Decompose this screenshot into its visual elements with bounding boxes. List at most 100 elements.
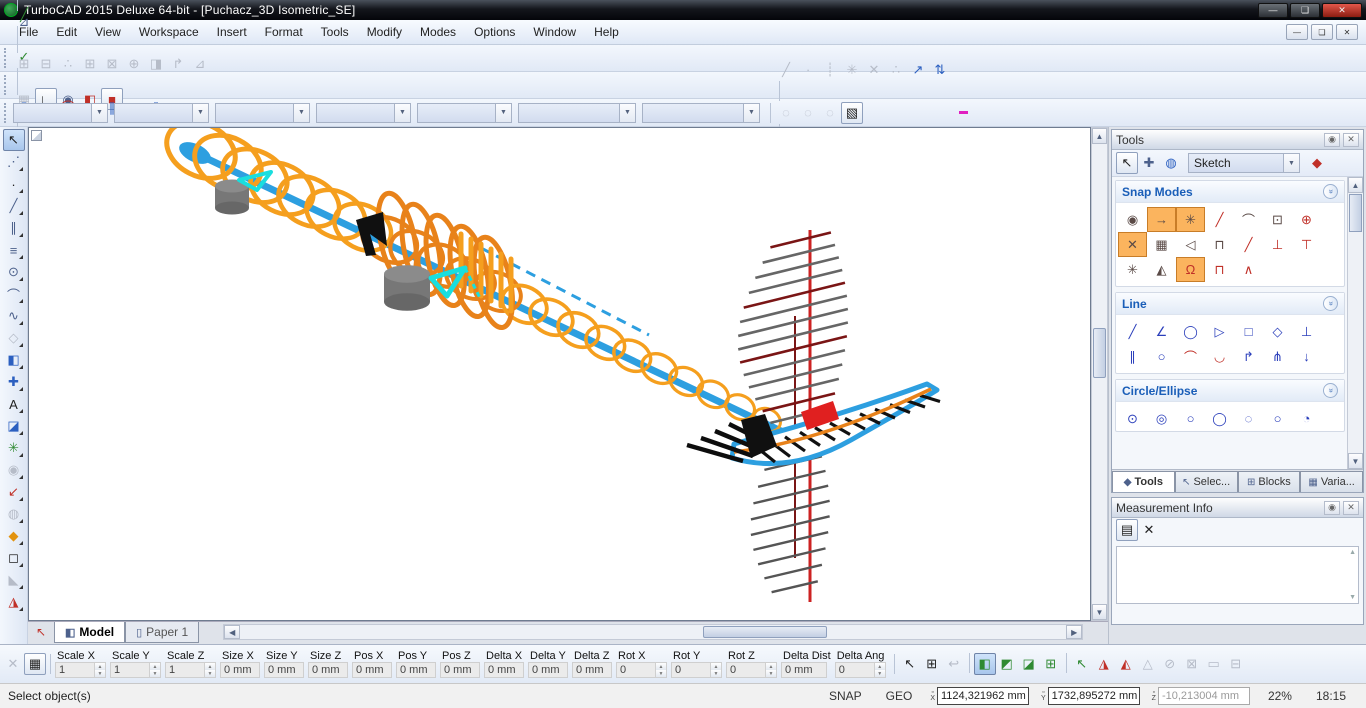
part-tool-button[interactable]: ◮	[3, 591, 25, 613]
geo-toggle[interactable]: GEO	[874, 689, 925, 703]
scroll-up-icon[interactable]: ▲	[1092, 128, 1107, 144]
toolbar-grip[interactable]	[4, 75, 9, 95]
field-input[interactable]: 0 mm	[308, 662, 348, 678]
property-combo-3[interactable]: ▼	[215, 103, 310, 123]
scroll-down-icon[interactable]: ▼	[1348, 453, 1363, 469]
axis-value-input[interactable]: 1124,321962 mm	[937, 687, 1029, 705]
mdi-minimize-button[interactable]: —	[1286, 24, 1308, 40]
chevron-down-icon[interactable]: ▼	[192, 104, 208, 122]
snap-toggle[interactable]: SNAP	[817, 689, 874, 703]
select-tool-button[interactable]: ↖	[3, 129, 25, 151]
snap-quadrant-button[interactable]: ⊕	[1292, 207, 1321, 232]
mirror-3d-button[interactable]: ◨	[145, 53, 167, 75]
copy-coord-button[interactable]: ⊞	[921, 653, 943, 675]
select-rect-tool-button[interactable]: ◻	[3, 547, 25, 569]
snap-arc-center-button[interactable]: ⌒	[1234, 207, 1263, 232]
arc-tool-button[interactable]: ⌒	[3, 283, 25, 305]
field-input[interactable]: 0	[726, 662, 766, 678]
chevron-down-icon[interactable]: ▼	[619, 104, 635, 122]
palette-close-icon[interactable]: ✕	[1343, 133, 1359, 147]
palette-tab-varia[interactable]: ▦Varia...	[1300, 471, 1363, 492]
minimize-button[interactable]: —	[1258, 3, 1288, 18]
palette-close-icon[interactable]: ✕	[1343, 501, 1359, 515]
eraser-tool-button[interactable]: ◍	[3, 503, 25, 525]
facet-edit-button[interactable]: ⊿	[13, 11, 35, 33]
snap-near-button[interactable]: ✕	[863, 59, 885, 81]
circle-ghost-3-button[interactable]: ◌	[819, 101, 841, 123]
snap-on-line-button[interactable]: ╱	[1205, 207, 1234, 232]
no-edit-button[interactable]: ⊘	[1159, 653, 1181, 675]
pin-icon[interactable]: ◉	[1324, 133, 1340, 147]
scroll-up-icon[interactable]: ▲	[1349, 549, 1356, 556]
property-combo-1[interactable]: ▼	[13, 103, 108, 123]
hscroll-thumb[interactable]	[703, 626, 827, 638]
chevron-down-icon[interactable]: ▼	[495, 104, 511, 122]
tab-model[interactable]: ◧ Model	[54, 622, 125, 643]
array-rect-button[interactable]: ⊟	[35, 53, 57, 75]
snap-local-button[interactable]: ◭	[1147, 257, 1176, 282]
menu-window[interactable]: Window	[524, 22, 585, 42]
snap-aperture-button[interactable]: ✳	[1118, 257, 1147, 282]
property-combo-7[interactable]: ▼	[642, 103, 760, 123]
array-copy-button[interactable]: ⊞	[13, 53, 35, 75]
palette-tab-tools[interactable]: ◆Tools	[1112, 471, 1175, 492]
spline-tool-button[interactable]: ∿	[3, 305, 25, 327]
snap-segment-button[interactable]: ╱	[775, 59, 797, 81]
menu-help[interactable]: Help	[585, 22, 628, 42]
camera-tool-button[interactable]: ◉	[3, 459, 25, 481]
vertical-scrollbar[interactable]: ▲ ▼	[1091, 127, 1108, 621]
chevron-down-icon[interactable]: ▼	[1283, 154, 1299, 172]
circle-center-radius-button[interactable]: ⊙	[1118, 406, 1147, 431]
mode-cplane-button[interactable]: ◪	[1018, 653, 1040, 675]
maximize-button[interactable]: ❏	[1290, 3, 1320, 18]
palette-world-button[interactable]: ◍	[1160, 152, 1182, 174]
no-snap-button[interactable]: ◉	[1118, 207, 1147, 232]
snap-ortho-array-button[interactable]: ⊓	[1205, 257, 1234, 282]
palette-tab-blocks[interactable]: ⊞Blocks	[1238, 471, 1301, 492]
field-input[interactable]: 0 mm	[484, 662, 524, 678]
field-input[interactable]: 0 mm	[781, 662, 827, 678]
scroll-down-icon[interactable]: ▼	[1349, 594, 1356, 601]
snap-perpendicular-button[interactable]: ⊥	[1263, 232, 1292, 257]
drawing-canvas[interactable]	[28, 127, 1091, 621]
field-input[interactable]: 0 mm	[440, 662, 480, 678]
field-input[interactable]: 0 mm	[264, 662, 304, 678]
circle-concentric-button[interactable]: ◎	[1147, 406, 1176, 431]
array-circular-button[interactable]: ∴	[57, 53, 79, 75]
spinner[interactable]: ▲▼	[95, 662, 106, 678]
tangent-2-arcs-button[interactable]: ◡	[1205, 344, 1234, 369]
snap-intersection-button[interactable]: ✕	[1118, 232, 1147, 257]
scroll-right-icon[interactable]: ▶	[1066, 625, 1082, 639]
expand-button[interactable]: ⊠	[1181, 653, 1203, 675]
circle-2point-button[interactable]: ○	[1176, 406, 1205, 431]
calculator-button[interactable]: ▦	[24, 653, 46, 675]
select-arrow-button[interactable]: ↖	[1071, 653, 1093, 675]
array-polar-button[interactable]: ⊕	[123, 53, 145, 75]
collapse-chevron-icon[interactable]: «	[1323, 184, 1338, 199]
scroll-down-icon[interactable]: ▼	[1092, 604, 1107, 620]
circle-tan-line-button[interactable]: ◌	[1234, 406, 1263, 431]
snap-facet-button[interactable]: ⊓	[1205, 232, 1234, 257]
circle-tan-3-button[interactable]: ◔	[1292, 406, 1321, 431]
fill-tool-button[interactable]: ◪	[3, 415, 25, 437]
snap-node-button[interactable]: ✳	[841, 59, 863, 81]
dimension-tool-button[interactable]: ↙	[3, 481, 25, 503]
copy-object-button[interactable]: ⊞	[79, 53, 101, 75]
field-input[interactable]: 1	[165, 662, 205, 678]
spinner[interactable]: ▲▼	[711, 662, 722, 678]
toolbar-grip[interactable]	[4, 48, 9, 68]
menu-options[interactable]: Options	[465, 22, 524, 42]
spinner[interactable]: ▲▼	[875, 662, 886, 678]
hatch-circle-button[interactable]: ▧	[841, 102, 863, 124]
polyline-button[interactable]: ∠	[1147, 319, 1176, 344]
perpendicular-line-button[interactable]: ⊥	[1292, 319, 1321, 344]
snap-grid-button[interactable]: ▦	[1147, 232, 1176, 257]
snap-nearest-button[interactable]: ◁	[1176, 232, 1205, 257]
chevron-down-icon[interactable]: ▼	[394, 104, 410, 122]
coord-clear-button[interactable]: ✕	[2, 653, 24, 675]
field-input[interactable]: 0 mm	[220, 662, 260, 678]
line-segment-button[interactable]: ╱	[1118, 319, 1147, 344]
horizontal-scrollbar[interactable]: ◀ ▶	[223, 624, 1083, 640]
project-button[interactable]: ⊿	[189, 53, 211, 75]
point-tool-button[interactable]: ·	[3, 173, 25, 195]
